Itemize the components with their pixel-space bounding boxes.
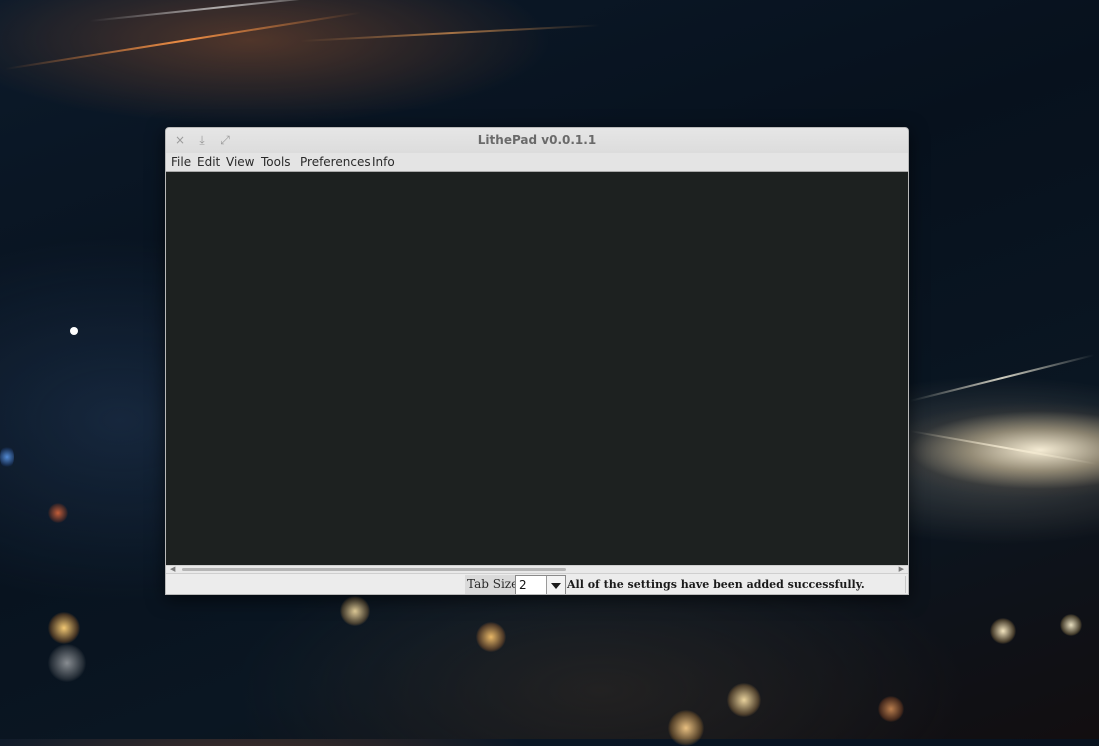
tab-size-dropdown[interactable]: 2 <box>515 575 566 594</box>
wallpaper-bokeh <box>668 710 704 746</box>
menu-file[interactable]: File <box>171 154 191 170</box>
chevron-down-icon[interactable] <box>546 576 565 594</box>
menu-view[interactable]: View <box>226 154 254 170</box>
wallpaper-streak <box>299 24 600 42</box>
menu-tools[interactable]: Tools <box>261 154 291 170</box>
menu-edit[interactable]: Edit <box>197 154 220 170</box>
wallpaper-bokeh <box>0 445 14 469</box>
title-bar[interactable]: × ⤓ ⤢ LithePad v0.0.1.1 <box>166 128 908 153</box>
scrollbar-thumb[interactable] <box>182 568 566 571</box>
status-divider <box>905 576 906 593</box>
window-title: LithePad v0.0.1.1 <box>477 133 597 147</box>
wallpaper-bokeh <box>1060 614 1082 636</box>
wallpaper-streak <box>909 354 1095 402</box>
wallpaper-bokeh <box>48 612 80 644</box>
wallpaper-bokeh <box>48 644 86 682</box>
status-bar: Tab Size: 2 All of the settings have bee… <box>166 573 908 594</box>
wallpaper-bokeh <box>878 696 904 722</box>
wallpaper-bokeh <box>70 327 78 335</box>
wallpaper-bokeh <box>476 622 506 652</box>
menu-preferences[interactable]: Preferences <box>300 154 371 170</box>
lithepad-window: × ⤓ ⤢ LithePad v0.0.1.1 File Edit View T… <box>165 127 909 595</box>
editor-text-area[interactable] <box>166 171 908 566</box>
wallpaper-streak <box>909 430 1098 465</box>
wallpaper-bokeh <box>48 503 68 523</box>
wallpaper-bokeh <box>727 683 761 717</box>
menu-info[interactable]: Info <box>372 154 395 170</box>
status-message: All of the settings have been added succ… <box>567 578 865 591</box>
tab-size-value: 2 <box>519 578 527 592</box>
wallpaper-bokeh <box>990 618 1016 644</box>
wallpaper-bokeh <box>340 596 370 626</box>
menu-bar: File Edit View Tools Preferences Info <box>166 153 908 171</box>
